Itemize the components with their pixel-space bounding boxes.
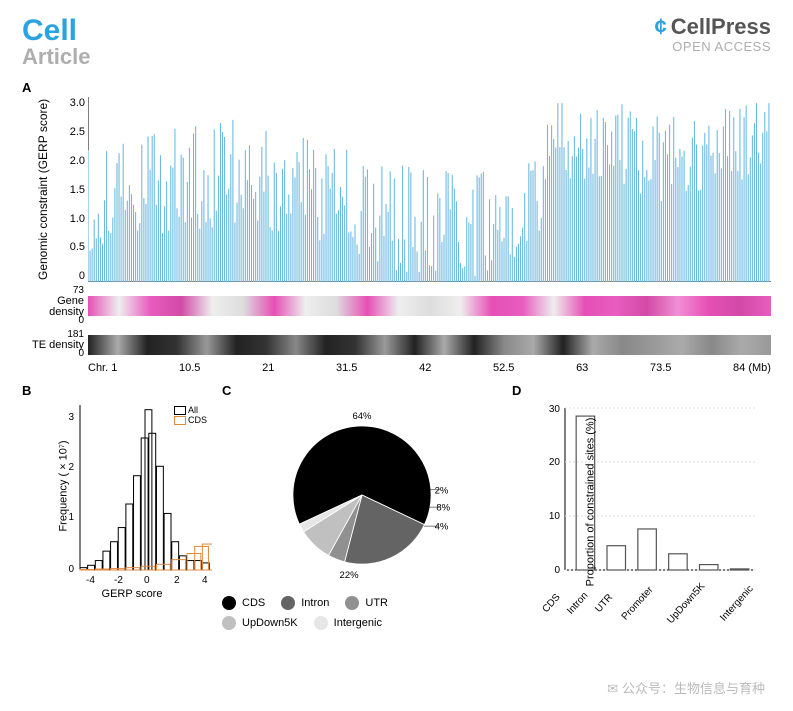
xtick: Intergenic <box>718 584 756 624</box>
watermark-text: 公众号：生物信息与育种 <box>622 681 765 696</box>
panel-d-xticks: CDS Intron UTR Promoter UpDown5K Interge… <box>540 590 760 609</box>
legend-item: Intergenic <box>334 617 382 629</box>
ytick: 2.5 <box>64 126 85 138</box>
xtick: 52.5 <box>493 362 514 374</box>
pie-label-cds: 64% <box>352 411 372 422</box>
pie-label-intergenic: 2% <box>435 485 449 496</box>
pie-label-utr: 4% <box>435 522 449 533</box>
journal-name: Cell <box>22 14 90 47</box>
ytick: 3.0 <box>64 97 85 109</box>
svg-text:3: 3 <box>68 412 74 423</box>
ytick: 1.5 <box>64 184 85 196</box>
ytick: 0.5 <box>64 241 85 253</box>
te-density-text: TE density <box>22 340 84 351</box>
panel-a-ylabel: Genomic constraint (GERP score) <box>22 97 64 282</box>
panel-d-label: D <box>512 383 521 398</box>
panel-c: C 64% 22% 4% 8% 2% CDS Intron UTR Up <box>212 382 502 636</box>
panel-b-xlabel: GERP score <box>52 588 212 600</box>
svg-text:30: 30 <box>549 404 561 415</box>
page-header: Cell Article ¢ CellPress OPEN ACCESS <box>0 0 793 75</box>
publisher-block: ¢ CellPress OPEN ACCESS <box>654 14 771 54</box>
panel-a-xticks: Chr. 1 10.5 21 31.5 42 52.5 63 73.5 84 (… <box>22 362 771 374</box>
legend-item: CDS <box>242 597 265 609</box>
te-density-label: 181 TE density 0 <box>22 330 88 359</box>
cellpress-icon: ¢ <box>654 14 666 40</box>
watermark: ✉ 公众号：生物信息与育种 <box>599 676 773 699</box>
panel-c-label: C <box>222 383 231 398</box>
ytick: 0 <box>64 270 85 282</box>
panel-b-legend: All CDS <box>174 405 207 425</box>
panel-a-label: A <box>22 80 31 95</box>
panel-b-label: B <box>22 383 31 398</box>
svg-text:0: 0 <box>144 575 150 585</box>
svg-text:2: 2 <box>174 575 180 585</box>
svg-text:-4: -4 <box>86 575 95 585</box>
svg-text:10: 10 <box>549 511 561 522</box>
panel-c-legend: CDS Intron UTR UpDown5K Intergenic <box>222 596 502 630</box>
svg-text:4: 4 <box>202 575 208 585</box>
panel-c-pie: 64% 22% 4% 8% 2% <box>267 400 457 590</box>
xtick: Chr. 1 <box>88 362 117 374</box>
svg-text:-2: -2 <box>114 575 123 585</box>
panel-b: B Frequency ( × 10⁷) 0 1 2 3 -4 -2 0 2 4 <box>22 382 212 636</box>
ytick: 1.0 <box>64 213 85 225</box>
panel-b-chart: 0 1 2 3 -4 -2 0 2 4 <box>52 400 212 585</box>
gene-density-heatmap <box>88 296 771 316</box>
figure: A Genomic constraint (GERP score) 3.0 2.… <box>0 75 793 636</box>
open-access-label: OPEN ACCESS <box>654 39 771 54</box>
legend-item: Intron <box>301 597 329 609</box>
journal-block: Cell Article <box>22 14 90 69</box>
xtick: Intron <box>566 591 591 617</box>
xtick: CDS <box>541 592 563 615</box>
svg-text:0: 0 <box>68 564 74 575</box>
panel-a-chart <box>88 97 771 282</box>
panel-d-ylabel: Proportion of constrained sites (%) <box>584 418 596 587</box>
legend-item: UpDown5K <box>242 617 298 629</box>
article-type: Article <box>22 45 90 69</box>
pie-label-intron: 22% <box>340 570 360 581</box>
panel-a-yticks: 3.0 2.5 2.0 1.5 1.0 0.5 0 <box>64 97 88 282</box>
te-min: 0 <box>78 348 84 359</box>
pie-label-updown: 8% <box>436 503 450 514</box>
xtick: 10.5 <box>179 362 200 374</box>
wechat-icon: ✉ <box>607 681 618 696</box>
svg-text:0: 0 <box>554 565 560 576</box>
panel-d: D Proportion of constrained sites (%) 0 … <box>502 382 752 636</box>
panel-a: A Genomic constraint (GERP score) 3.0 2.… <box>22 79 771 374</box>
gene-density-label: 73 Gene density 0 <box>22 286 88 326</box>
xtick: 73.5 <box>650 362 671 374</box>
legend-item: UTR <box>365 597 388 609</box>
ytick: 2.0 <box>64 155 85 167</box>
gene-density-text: Gene density <box>22 296 84 318</box>
publisher-name: CellPress <box>671 14 771 40</box>
panel-d-chart: 0 10 20 30 <box>540 400 760 590</box>
svg-text:20: 20 <box>549 457 561 468</box>
xtick: 84 (Mb) <box>733 362 771 374</box>
panel-b-ylabel: Frequency ( × 10⁷) <box>58 441 70 532</box>
xtick: 31.5 <box>336 362 357 374</box>
xtick: 42 <box>419 362 431 374</box>
xtick: UTR <box>593 592 615 615</box>
legend-cds: CDS <box>188 415 207 425</box>
gene-min: 0 <box>78 315 84 326</box>
xtick: Promoter <box>620 585 656 623</box>
legend-all: All <box>188 405 198 415</box>
te-density-heatmap <box>88 335 771 355</box>
xtick: 21 <box>262 362 274 374</box>
xtick: 63 <box>576 362 588 374</box>
